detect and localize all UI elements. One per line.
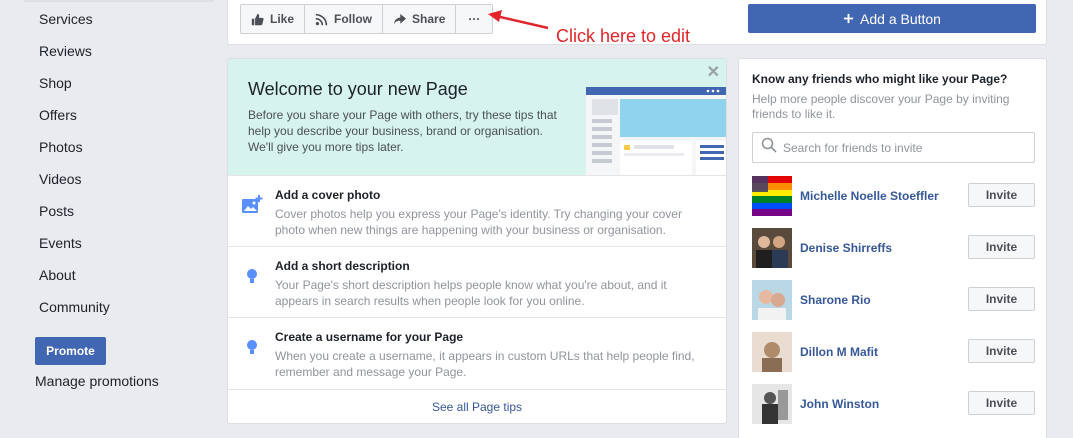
friend-row: Dillon M Mafit Invite	[752, 332, 1035, 372]
nav-divider	[24, 0, 214, 2]
action-button-group: Like Follow Share ···	[240, 4, 494, 34]
close-icon[interactable]: ✕	[707, 62, 720, 82]
tip-description: Your Page's short description helps peop…	[275, 278, 667, 308]
tip-title: Add a cover photo	[275, 188, 381, 202]
invite-description: Help more people discover your Page by i…	[752, 92, 1010, 121]
thumbs-up-icon	[251, 13, 264, 26]
friend-name[interactable]: Michelle Noelle Stoeffler	[800, 189, 939, 203]
search-icon	[753, 137, 777, 158]
annotation-label: Click here to edit	[556, 26, 691, 46]
invite-button[interactable]: Invite	[968, 391, 1035, 415]
more-dots-icon: ···	[468, 12, 481, 26]
like-label: Like	[270, 12, 295, 26]
avatar[interactable]	[752, 176, 792, 216]
nav-item-videos[interactable]: Videos	[39, 171, 82, 187]
page-illustration-icon	[586, 87, 726, 175]
nav-item-events[interactable]: Events	[39, 235, 82, 251]
nav-item-reviews[interactable]: Reviews	[39, 43, 92, 59]
share-label: Share	[412, 12, 446, 26]
tip-description: Cover photos help you express your Page'…	[275, 207, 682, 237]
friend-name[interactable]: Sharone Rio	[800, 293, 871, 307]
invite-button[interactable]: Invite	[968, 235, 1035, 259]
left-navigation: Services Reviews Shop Offers Photos Vide…	[0, 0, 215, 438]
welcome-title: Welcome to your new Page	[248, 79, 468, 99]
add-a-button[interactable]: Add a Button	[748, 4, 1036, 33]
nav-item-services[interactable]: Services	[39, 11, 93, 27]
follow-button[interactable]: Follow	[305, 5, 384, 33]
nav-item-photos[interactable]: Photos	[39, 139, 83, 155]
avatar[interactable]	[752, 280, 792, 320]
promote-button[interactable]: Promote	[35, 337, 106, 365]
invite-title: Know any friends who might like your Pag…	[752, 72, 1008, 86]
tip-description: When you create a username, it appears i…	[275, 349, 695, 379]
avatar[interactable]	[752, 228, 792, 268]
tip-title: Add a short description	[275, 259, 410, 273]
welcome-banner: Welcome to your new Page Before you shar…	[228, 59, 726, 175]
welcome-tips-card: Welcome to your new Page Before you shar…	[227, 58, 727, 424]
lightbulb-icon	[241, 336, 265, 360]
invite-search-box	[752, 132, 1035, 163]
invite-button[interactable]: Invite	[968, 183, 1035, 207]
avatar[interactable]	[752, 384, 792, 424]
nav-item-offers[interactable]: Offers	[39, 107, 77, 123]
nav-item-community[interactable]: Community	[39, 299, 110, 315]
manage-promotions-link[interactable]: Manage promotions	[35, 373, 159, 389]
see-all-tips-link[interactable]: See all Page tips	[228, 389, 726, 423]
nav-item-posts[interactable]: Posts	[39, 203, 74, 219]
add-photo-icon	[241, 194, 265, 218]
add-button-label: Add a Button	[860, 10, 941, 27]
invite-friends-card: Know any friends who might like your Pag…	[738, 58, 1047, 438]
share-button[interactable]: Share	[383, 5, 457, 33]
invite-button[interactable]: Invite	[968, 339, 1035, 363]
tip-title: Create a username for your Page	[275, 330, 464, 344]
avatar[interactable]	[752, 332, 792, 372]
rss-icon	[315, 13, 328, 26]
nav-item-about[interactable]: About	[39, 267, 76, 283]
friend-row: John Winston Invite	[752, 384, 1035, 424]
tip-item-username[interactable]: Create a username for your Page When you…	[228, 317, 726, 388]
friend-row: Michelle Noelle Stoeffler Invite	[752, 176, 1035, 216]
plus-icon	[843, 11, 854, 27]
tip-item-cover-photo[interactable]: Add a cover photo Cover photos help you …	[228, 175, 726, 246]
friend-name[interactable]: Dillon M Mafit	[800, 345, 878, 359]
share-arrow-icon	[393, 13, 407, 26]
tip-item-short-description[interactable]: Add a short description Your Page's shor…	[228, 246, 726, 317]
friend-row: Denise Shirreffs Invite	[752, 228, 1035, 268]
friend-row: Sharone Rio Invite	[752, 280, 1035, 320]
lightbulb-icon	[241, 265, 265, 289]
follow-label: Follow	[334, 12, 373, 26]
invite-search-input[interactable]	[783, 140, 1023, 155]
welcome-description: Before you share your Page with others, …	[248, 108, 557, 154]
red-arrow-icon	[488, 10, 549, 30]
nav-item-shop[interactable]: Shop	[39, 75, 72, 91]
friend-name[interactable]: John Winston	[800, 397, 879, 411]
friend-name[interactable]: Denise Shirreffs	[800, 241, 892, 255]
invite-button[interactable]: Invite	[968, 287, 1035, 311]
like-button[interactable]: Like	[241, 5, 306, 33]
